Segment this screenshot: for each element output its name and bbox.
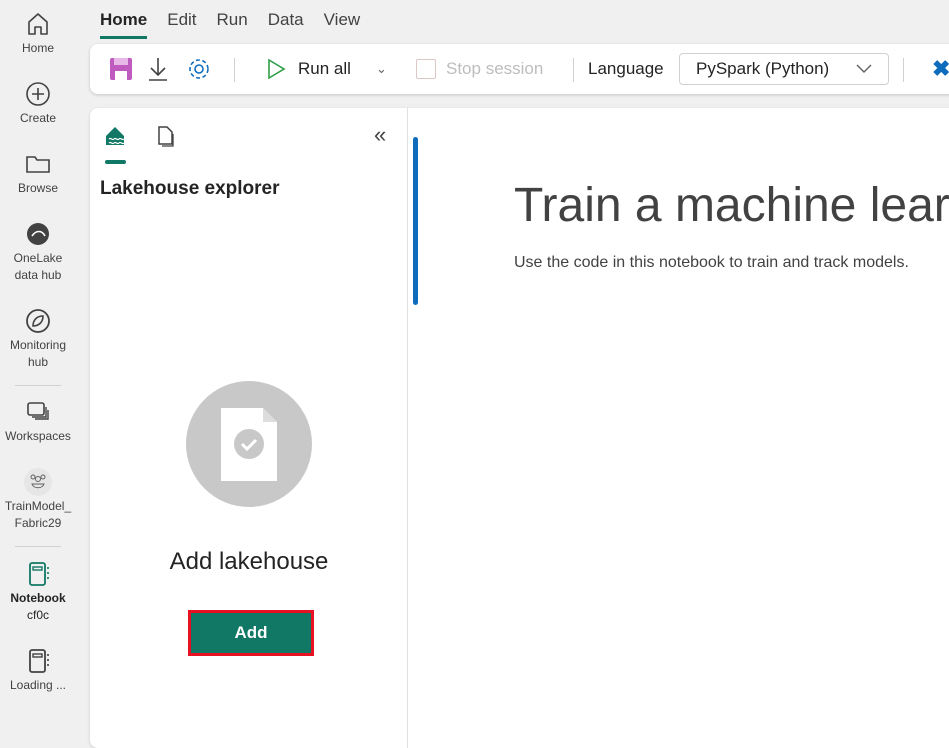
- left-rail: Home Create Browse OneLake data hub Monit…: [0, 0, 76, 736]
- file-icon: [158, 126, 174, 147]
- rail-label: Monitoring: [9, 338, 67, 352]
- tab-view[interactable]: View: [324, 10, 361, 39]
- rail-label: data hub: [14, 268, 62, 282]
- rail-workspaces[interactable]: Workspaces: [0, 398, 76, 445]
- main-panel: « Lakehouse explorer Add lakehouse Add T…: [90, 108, 949, 748]
- rail-label: Workspaces: [5, 429, 71, 443]
- rail-monitoring[interactable]: Monitoring hub: [0, 307, 76, 371]
- settings-button[interactable]: [186, 44, 212, 94]
- rail-label: Fabric29: [14, 516, 62, 530]
- save-icon: [110, 58, 132, 80]
- notebook-title: Train a machine lear: [514, 179, 949, 232]
- language-label: Language: [588, 59, 664, 78]
- collapse-panel-icon[interactable]: «: [374, 122, 386, 148]
- lakehouse-explorer: « Lakehouse explorer Add lakehouse Add: [90, 108, 408, 748]
- rail-divider: [15, 546, 61, 547]
- toolbar: Run all ⌄ Stop session Language PySpark …: [90, 44, 949, 94]
- language-value: PySpark (Python): [696, 59, 830, 78]
- active-tab-indicator: [105, 160, 126, 164]
- rail-label: Notebook: [10, 591, 66, 605]
- add-lakehouse-button[interactable]: Add: [188, 610, 314, 656]
- toolbar-divider: [573, 58, 574, 82]
- run-all-dropdown[interactable]: ⌄: [376, 44, 387, 94]
- folder-icon: [26, 156, 50, 173]
- save-button[interactable]: [108, 44, 134, 94]
- close-icon[interactable]: ✖: [932, 44, 949, 94]
- rail-workspace-trainmodel[interactable]: TrainModel_ Fabric29: [0, 468, 76, 532]
- home-icon: [28, 13, 48, 35]
- tab-resources[interactable]: [156, 125, 176, 154]
- explorer-title: Lakehouse explorer: [100, 178, 280, 199]
- notebook-subtitle: Use the code in this notebook to train a…: [514, 254, 909, 271]
- rail-home[interactable]: Home: [0, 10, 76, 57]
- workspace-avatar-icon: [24, 468, 52, 496]
- menu-tabs: Home Edit Run Data View: [100, 10, 360, 39]
- stop-session-checkbox-icon: [416, 59, 436, 79]
- lakehouse-empty-illustration: [186, 381, 312, 507]
- gear-icon: [189, 59, 209, 79]
- empty-state-title: Add lakehouse: [169, 548, 329, 575]
- tab-data[interactable]: Data: [268, 10, 304, 39]
- run-all-button[interactable]: Run all: [266, 44, 351, 94]
- language-select[interactable]: PySpark (Python): [679, 53, 889, 85]
- plus-circle-icon: [26, 82, 50, 106]
- rail-label: Loading ...: [9, 678, 67, 692]
- chevron-down-icon: [856, 64, 872, 73]
- rail-onelake[interactable]: OneLake data hub: [0, 220, 76, 284]
- monitoring-icon: [26, 309, 50, 333]
- notebook-icon: [29, 562, 49, 586]
- stop-session-label: Stop session: [446, 59, 544, 78]
- run-all-label: Run all: [298, 59, 351, 78]
- tab-edit[interactable]: Edit: [167, 10, 196, 39]
- rail-label: hub: [27, 355, 49, 369]
- lakehouse-icon: [106, 127, 125, 145]
- download-button[interactable]: [146, 44, 170, 94]
- rail-label: Create: [19, 111, 57, 125]
- stop-session-button[interactable]: Stop session: [416, 44, 543, 94]
- rail-label: OneLake: [13, 251, 63, 265]
- toolbar-divider: [234, 58, 235, 82]
- rail-loading[interactable]: Loading ...: [0, 647, 76, 694]
- notebook-icon: [29, 649, 49, 673]
- rail-browse[interactable]: Browse: [0, 150, 76, 197]
- rail-create[interactable]: Create: [0, 80, 76, 127]
- tab-home[interactable]: Home: [100, 10, 148, 39]
- rail-label: TrainModel_: [4, 499, 72, 513]
- scrollbar[interactable]: [413, 137, 418, 305]
- rail-label: Browse: [17, 181, 58, 195]
- rail-label: cf0c: [26, 608, 49, 622]
- tab-lakehouse[interactable]: [104, 124, 128, 153]
- onelake-icon: [27, 223, 49, 245]
- rail-notebook-cf0c[interactable]: Notebook cf0c: [0, 560, 76, 624]
- toolbar-divider: [903, 58, 904, 82]
- chevron-down-icon: ⌄: [376, 61, 387, 76]
- play-icon: [268, 58, 286, 80]
- workspaces-icon: [27, 402, 49, 420]
- rail-divider: [15, 385, 61, 386]
- download-icon: [149, 58, 167, 81]
- rail-label: Home: [21, 41, 54, 55]
- tab-run[interactable]: Run: [217, 10, 248, 39]
